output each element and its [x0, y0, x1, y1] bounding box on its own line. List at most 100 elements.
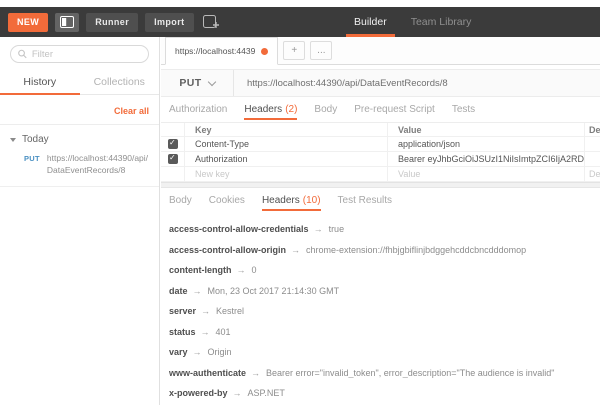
row-checkbox[interactable] — [168, 139, 178, 149]
layout-panes-icon — [60, 16, 74, 28]
response-header-row: x-powered-by → ASP.NET — [169, 388, 590, 398]
add-tab-button[interactable]: + — [283, 41, 305, 60]
tab-count: (10) — [303, 195, 321, 206]
response-header-value: Bearer error="invalid_token", error_desc… — [266, 368, 554, 378]
header-toolbar: NEW Runner Import — [0, 13, 221, 32]
row-checkbox[interactable] — [168, 154, 178, 164]
tab-headers[interactable]: Headers(2) — [244, 97, 297, 122]
tab-count: (2) — [285, 104, 297, 115]
response-header-row: content-length → 0 — [169, 265, 590, 275]
clear-all-row: Clear all — [0, 95, 159, 125]
header-value-cell[interactable]: Bearer eyJhbGciOiJSUzI1NiIsImtpZCI6IjA2R… — [387, 152, 584, 166]
history-section-today[interactable]: Today — [0, 125, 159, 149]
new-key-cell[interactable]: New key — [185, 167, 387, 181]
new-description-cell[interactable]: De — [584, 167, 600, 181]
header-nav: Builder Team Library — [352, 7, 473, 37]
tab-pre-request-script[interactable]: Pre-request Script — [354, 97, 435, 122]
tab-label: Headers — [262, 195, 300, 206]
response-header-name: access-control-allow-origin — [169, 245, 286, 255]
arrow-right-icon: → — [291, 245, 300, 255]
tab-test-results[interactable]: Test Results — [338, 188, 392, 213]
arrow-right-icon: → — [193, 286, 202, 296]
sidebar-tab-history[interactable]: History — [0, 69, 80, 94]
request-url-bar: PUT — [161, 69, 600, 97]
tab-body[interactable]: Body — [314, 97, 337, 122]
tab-label: Body — [169, 195, 192, 206]
arrow-right-icon: → — [237, 265, 246, 275]
filter-input[interactable] — [32, 49, 141, 60]
arrow-right-icon: → — [251, 368, 260, 378]
clear-all-link[interactable]: Clear all — [114, 106, 149, 116]
tab-team-library[interactable]: Team Library — [409, 7, 474, 37]
table-new-row: New key Value De — [161, 167, 600, 182]
sidebar-toggle-button[interactable] — [55, 13, 79, 32]
request-tab-active[interactable]: https://localhost:4439 — [165, 37, 278, 65]
response-header-name: vary — [169, 347, 188, 357]
caret-down-icon — [10, 138, 16, 142]
response-header-row: access-control-allow-origin → chrome-ext… — [169, 245, 590, 255]
table-header-row: Key Value De — [161, 122, 600, 137]
response-header-value: Origin — [208, 347, 232, 357]
description-column-header: De — [584, 123, 600, 136]
new-row-checkbox-cell — [161, 167, 185, 181]
section-label: Today — [22, 134, 49, 145]
filter-box — [10, 45, 149, 63]
header-description-cell[interactable] — [584, 152, 600, 166]
runner-button[interactable]: Runner — [86, 13, 138, 32]
request-section-tabs: Authorization Headers(2) Body Pre-reques… — [161, 97, 600, 122]
tab-options-button[interactable]: ... — [310, 41, 332, 60]
value-column-header: Value — [387, 123, 584, 136]
sidebar-tab-collections[interactable]: Collections — [80, 69, 160, 94]
header-key-cell[interactable]: Content-Type — [185, 137, 387, 151]
arrow-right-icon: → — [233, 388, 242, 398]
tab-authorization[interactable]: Authorization — [169, 97, 227, 122]
response-header-value: true — [329, 224, 345, 234]
request-tabstrip: https://localhost:4439 + ... — [161, 37, 600, 65]
checkbox-column-header — [161, 123, 185, 136]
response-header-name: access-control-allow-credentials — [169, 224, 309, 234]
history-item-method: PUT — [24, 154, 40, 177]
method-dropdown[interactable]: PUT — [161, 70, 233, 96]
header-value-cell[interactable]: application/json — [387, 137, 584, 151]
tab-label: Pre-request Script — [354, 104, 435, 115]
key-column-header: Key — [185, 123, 387, 136]
response-header-value: ASP.NET — [248, 388, 285, 398]
response-header-row: vary → Origin — [169, 347, 590, 357]
tab-builder[interactable]: Builder — [352, 7, 389, 37]
arrow-right-icon: → — [314, 224, 323, 234]
tab-response-body[interactable]: Body — [169, 188, 192, 213]
tab-label: Test Results — [338, 195, 392, 206]
arrow-right-icon: → — [193, 347, 202, 357]
new-window-icon — [203, 15, 219, 29]
arrow-right-icon: → — [201, 306, 210, 316]
response-section-tabs: Body Cookies Headers(10) Test Results — [161, 188, 600, 213]
chevron-down-icon — [207, 77, 215, 85]
response-header-name: content-length — [169, 265, 232, 275]
response-headers-list: access-control-allow-credentials → true … — [161, 213, 600, 405]
url-input[interactable] — [234, 78, 600, 89]
main-panel: https://localhost:4439 + ... PUT Authori… — [161, 37, 600, 405]
header-key-cell[interactable]: Authorization — [185, 152, 387, 166]
tab-label: Tests — [452, 104, 475, 115]
new-value-cell[interactable]: Value — [387, 167, 584, 181]
request-tab-title: https://localhost:4439 — [175, 46, 255, 56]
tab-response-headers[interactable]: Headers(10) — [262, 188, 321, 213]
response-header-value: Mon, 23 Oct 2017 21:14:30 GMT — [208, 286, 340, 296]
import-button[interactable]: Import — [145, 13, 193, 32]
new-window-button[interactable] — [201, 13, 221, 32]
response-header-name: date — [169, 286, 188, 296]
response-header-row: status → 401 — [169, 327, 590, 337]
tab-tests[interactable]: Tests — [452, 97, 475, 122]
tab-label: Headers — [244, 104, 282, 115]
new-button[interactable]: NEW — [8, 13, 48, 32]
table-row: Content-Type application/json — [161, 137, 600, 152]
postman-window: NEW Runner Import Builder Team Library H… — [0, 0, 600, 405]
header-description-cell[interactable] — [584, 137, 600, 151]
history-item[interactable]: PUT https://localhost:44390/api/DataEven… — [0, 149, 159, 187]
response-header-row: www-authenticate → Bearer error="invalid… — [169, 368, 590, 378]
tab-response-cookies[interactable]: Cookies — [209, 188, 245, 213]
response-header-row: access-control-allow-credentials → true — [169, 224, 590, 234]
response-header-row: server → Kestrel — [169, 306, 590, 316]
response-header-value: 0 — [252, 265, 257, 275]
history-item-url: https://localhost:44390/api/DataEventRec… — [47, 152, 151, 177]
